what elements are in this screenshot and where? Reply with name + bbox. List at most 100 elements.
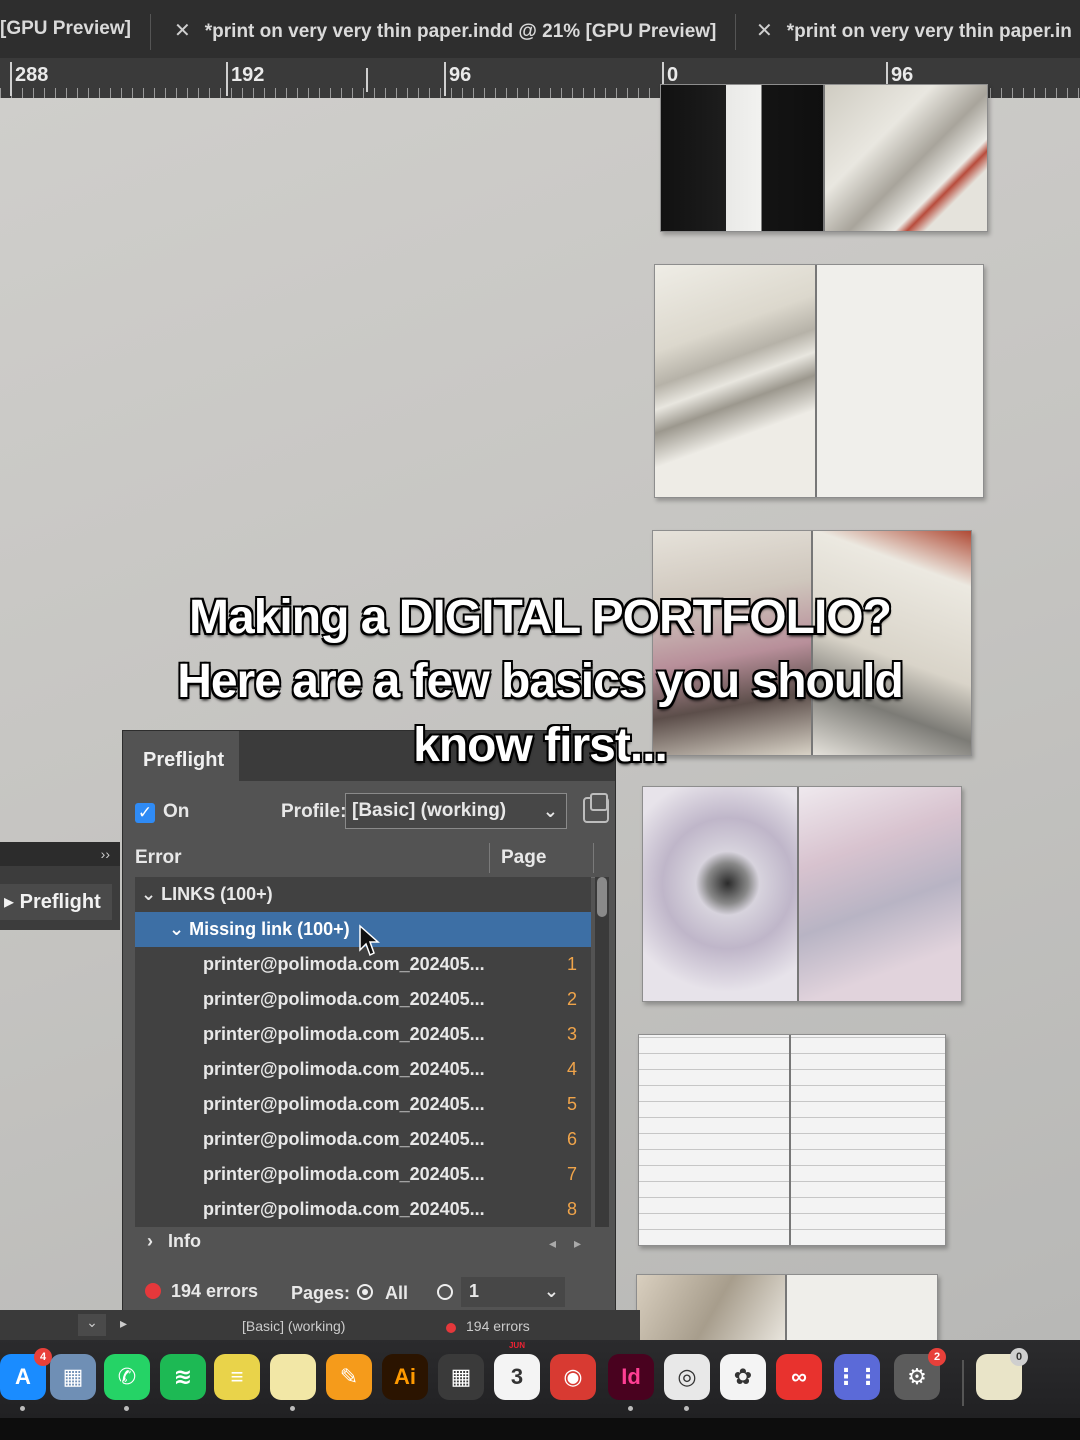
calculator-dock-icon[interactable]: ▦: [438, 1354, 484, 1400]
error-item-page[interactable]: 8: [567, 1192, 577, 1227]
error-item-name: printer@polimoda.com_202405...: [203, 1199, 485, 1219]
preflight-on-checkbox[interactable]: ✓: [135, 803, 155, 823]
tab-divider: [735, 14, 736, 50]
mouse-cursor-icon: [359, 924, 380, 957]
photo-booth-dock-icon[interactable]: ◉: [550, 1354, 596, 1400]
notes-dock-icon[interactable]: [270, 1354, 316, 1400]
tab-previous[interactable]: [GPU Preview]: [0, 18, 131, 40]
app-store-dock-icon[interactable]: A4: [0, 1348, 52, 1400]
error-group-links[interactable]: ⌄ LINKS (100+): [135, 877, 597, 912]
tab-next-document[interactable]: ✕ *print on very very thin paper.in: [756, 18, 1072, 43]
running-app-indicator: [628, 1406, 633, 1411]
app-glyph: ▦: [62, 1364, 84, 1389]
error-row[interactable]: printer@polimoda.com_202405... 6: [135, 1122, 591, 1157]
app-glyph: ≋: [173, 1364, 193, 1389]
page-thumbnail: [791, 1035, 945, 1245]
pages-label: Pages:: [291, 1283, 351, 1303]
close-icon[interactable]: ✕: [756, 20, 773, 42]
close-icon[interactable]: ✕: [174, 20, 191, 42]
app-glyph: ✆: [117, 1364, 137, 1389]
profile-dropdown[interactable]: [Basic] (working) ⌄: [345, 793, 567, 829]
error-group-label: LINKS (100+): [161, 884, 273, 904]
error-row[interactable]: printer@polimoda.com_202405... 8: [135, 1192, 591, 1227]
column-divider: [593, 843, 594, 873]
define-profiles-icon[interactable]: [583, 793, 609, 823]
tab-active-document[interactable]: ✕ *print on very very thin paper.indd @ 2…: [174, 18, 716, 43]
chevron-down-icon: ⌄: [543, 1281, 559, 1301]
error-item-page[interactable]: 5: [567, 1087, 577, 1122]
error-subgroup-label: Missing link (100+): [189, 919, 350, 939]
error-list-scrollbar[interactable]: [595, 877, 609, 1227]
page-thumbnail: [655, 265, 815, 497]
page-spread[interactable]: [638, 1034, 946, 1246]
scrollbar-thumb[interactable]: [597, 877, 607, 917]
error-item-page[interactable]: 3: [567, 1017, 577, 1052]
error-item-page[interactable]: 7: [567, 1157, 577, 1192]
info-section-toggle[interactable]: › Info: [147, 1231, 201, 1252]
document-status-bar: ⌄ ▸ [Basic] (working) 194 errors: [0, 1310, 640, 1340]
error-row[interactable]: printer@polimoda.com_202405... 5: [135, 1087, 591, 1122]
error-item-name: printer@polimoda.com_202405...: [203, 954, 485, 974]
error-item-page[interactable]: 6: [567, 1122, 577, 1157]
app-glyph: ✿: [733, 1364, 753, 1389]
app-glyph: Ai: [394, 1364, 416, 1389]
spotify-dock-icon[interactable]: ≋: [160, 1354, 206, 1400]
app-glyph: ∞: [791, 1364, 807, 1389]
error-row[interactable]: printer@polimoda.com_202405... 4: [135, 1052, 591, 1087]
caption-line-3: know first...: [413, 719, 668, 772]
system-settings-dock-icon[interactable]: ⚙ 2: [894, 1348, 946, 1400]
error-row[interactable]: printer@polimoda.com_202405... 3: [135, 1017, 591, 1052]
error-row[interactable]: printer@polimoda.com_202405... 2: [135, 982, 591, 1017]
page-thumbnail: [639, 1035, 789, 1245]
ruler-label: 96: [449, 64, 472, 86]
photos-dock-icon[interactable]: ✿: [720, 1354, 766, 1400]
pages-dock-icon[interactable]: ✎: [326, 1354, 372, 1400]
creative-cloud-dock-icon[interactable]: ∞: [776, 1354, 822, 1400]
calendar-dock-icon[interactable]: 3 JUN: [494, 1341, 540, 1400]
ruler-tick: [444, 62, 446, 96]
illustrator-dock-icon[interactable]: Ai: [382, 1354, 428, 1400]
launchpad-dock-icon[interactable]: ⋮⋮: [834, 1354, 880, 1400]
error-item-page[interactable]: 1: [567, 947, 577, 982]
play-icon[interactable]: ▸: [120, 1315, 127, 1332]
expand-panels-button[interactable]: ››: [0, 842, 120, 866]
caption-line-2: Here are a few basics you should: [177, 655, 904, 708]
whatsapp-dock-icon[interactable]: ✆: [104, 1354, 150, 1400]
status-errors[interactable]: 194 errors: [466, 1318, 530, 1334]
pages-all-radio[interactable]: [357, 1284, 373, 1300]
column-header-error[interactable]: Error: [135, 847, 181, 869]
chevron-down-icon[interactable]: ⌄: [78, 1314, 106, 1336]
tab-label: *print on very very thin paper.indd @ 21…: [204, 21, 717, 42]
stickies-dock-icon[interactable]: ≡: [214, 1354, 260, 1400]
error-item-name: printer@polimoda.com_202405...: [203, 1129, 485, 1149]
running-app-indicator: [124, 1406, 129, 1411]
chrome-dock-icon[interactable]: ◎: [664, 1354, 710, 1400]
column-header-page[interactable]: Page: [501, 847, 546, 869]
indesign-dock-icon[interactable]: Id: [608, 1354, 654, 1400]
notification-badge: 2: [928, 1348, 946, 1366]
page-spread[interactable]: [654, 264, 984, 498]
pages-range-radio[interactable]: [437, 1284, 453, 1300]
error-list-header: Error Page: [135, 843, 595, 878]
app-glyph: ✎: [339, 1364, 359, 1389]
info-scroll-arrows[interactable]: ◂▸: [549, 1235, 599, 1252]
preflight-panel-button[interactable]: ▸ Preflight: [0, 884, 112, 920]
app-glyph: 3: [510, 1364, 524, 1389]
running-app-indicator: [20, 1406, 25, 1411]
error-item-page[interactable]: 2: [567, 982, 577, 1017]
play-icon: ▸: [4, 891, 20, 913]
error-item-page[interactable]: 4: [567, 1052, 577, 1087]
error-status-icon: [145, 1283, 161, 1299]
collapsed-panel-dock: ›› ▸ Preflight: [0, 842, 120, 930]
notes-widget-dock-icon[interactable]: 0: [976, 1348, 1028, 1400]
error-count[interactable]: 194 errors: [171, 1281, 258, 1302]
error-row[interactable]: printer@polimoda.com_202405... 7: [135, 1157, 591, 1192]
page-spread[interactable]: [642, 786, 962, 1002]
status-profile[interactable]: [Basic] (working): [242, 1318, 345, 1334]
pages-range-value: 1: [469, 1281, 480, 1301]
preflight-on-label: On: [163, 801, 190, 822]
preview-dock-icon[interactable]: ▦: [50, 1354, 96, 1400]
pages-range-field[interactable]: 1 ⌄: [461, 1277, 565, 1307]
page-spread[interactable]: [660, 84, 988, 232]
page-thumbnail: [825, 85, 987, 231]
